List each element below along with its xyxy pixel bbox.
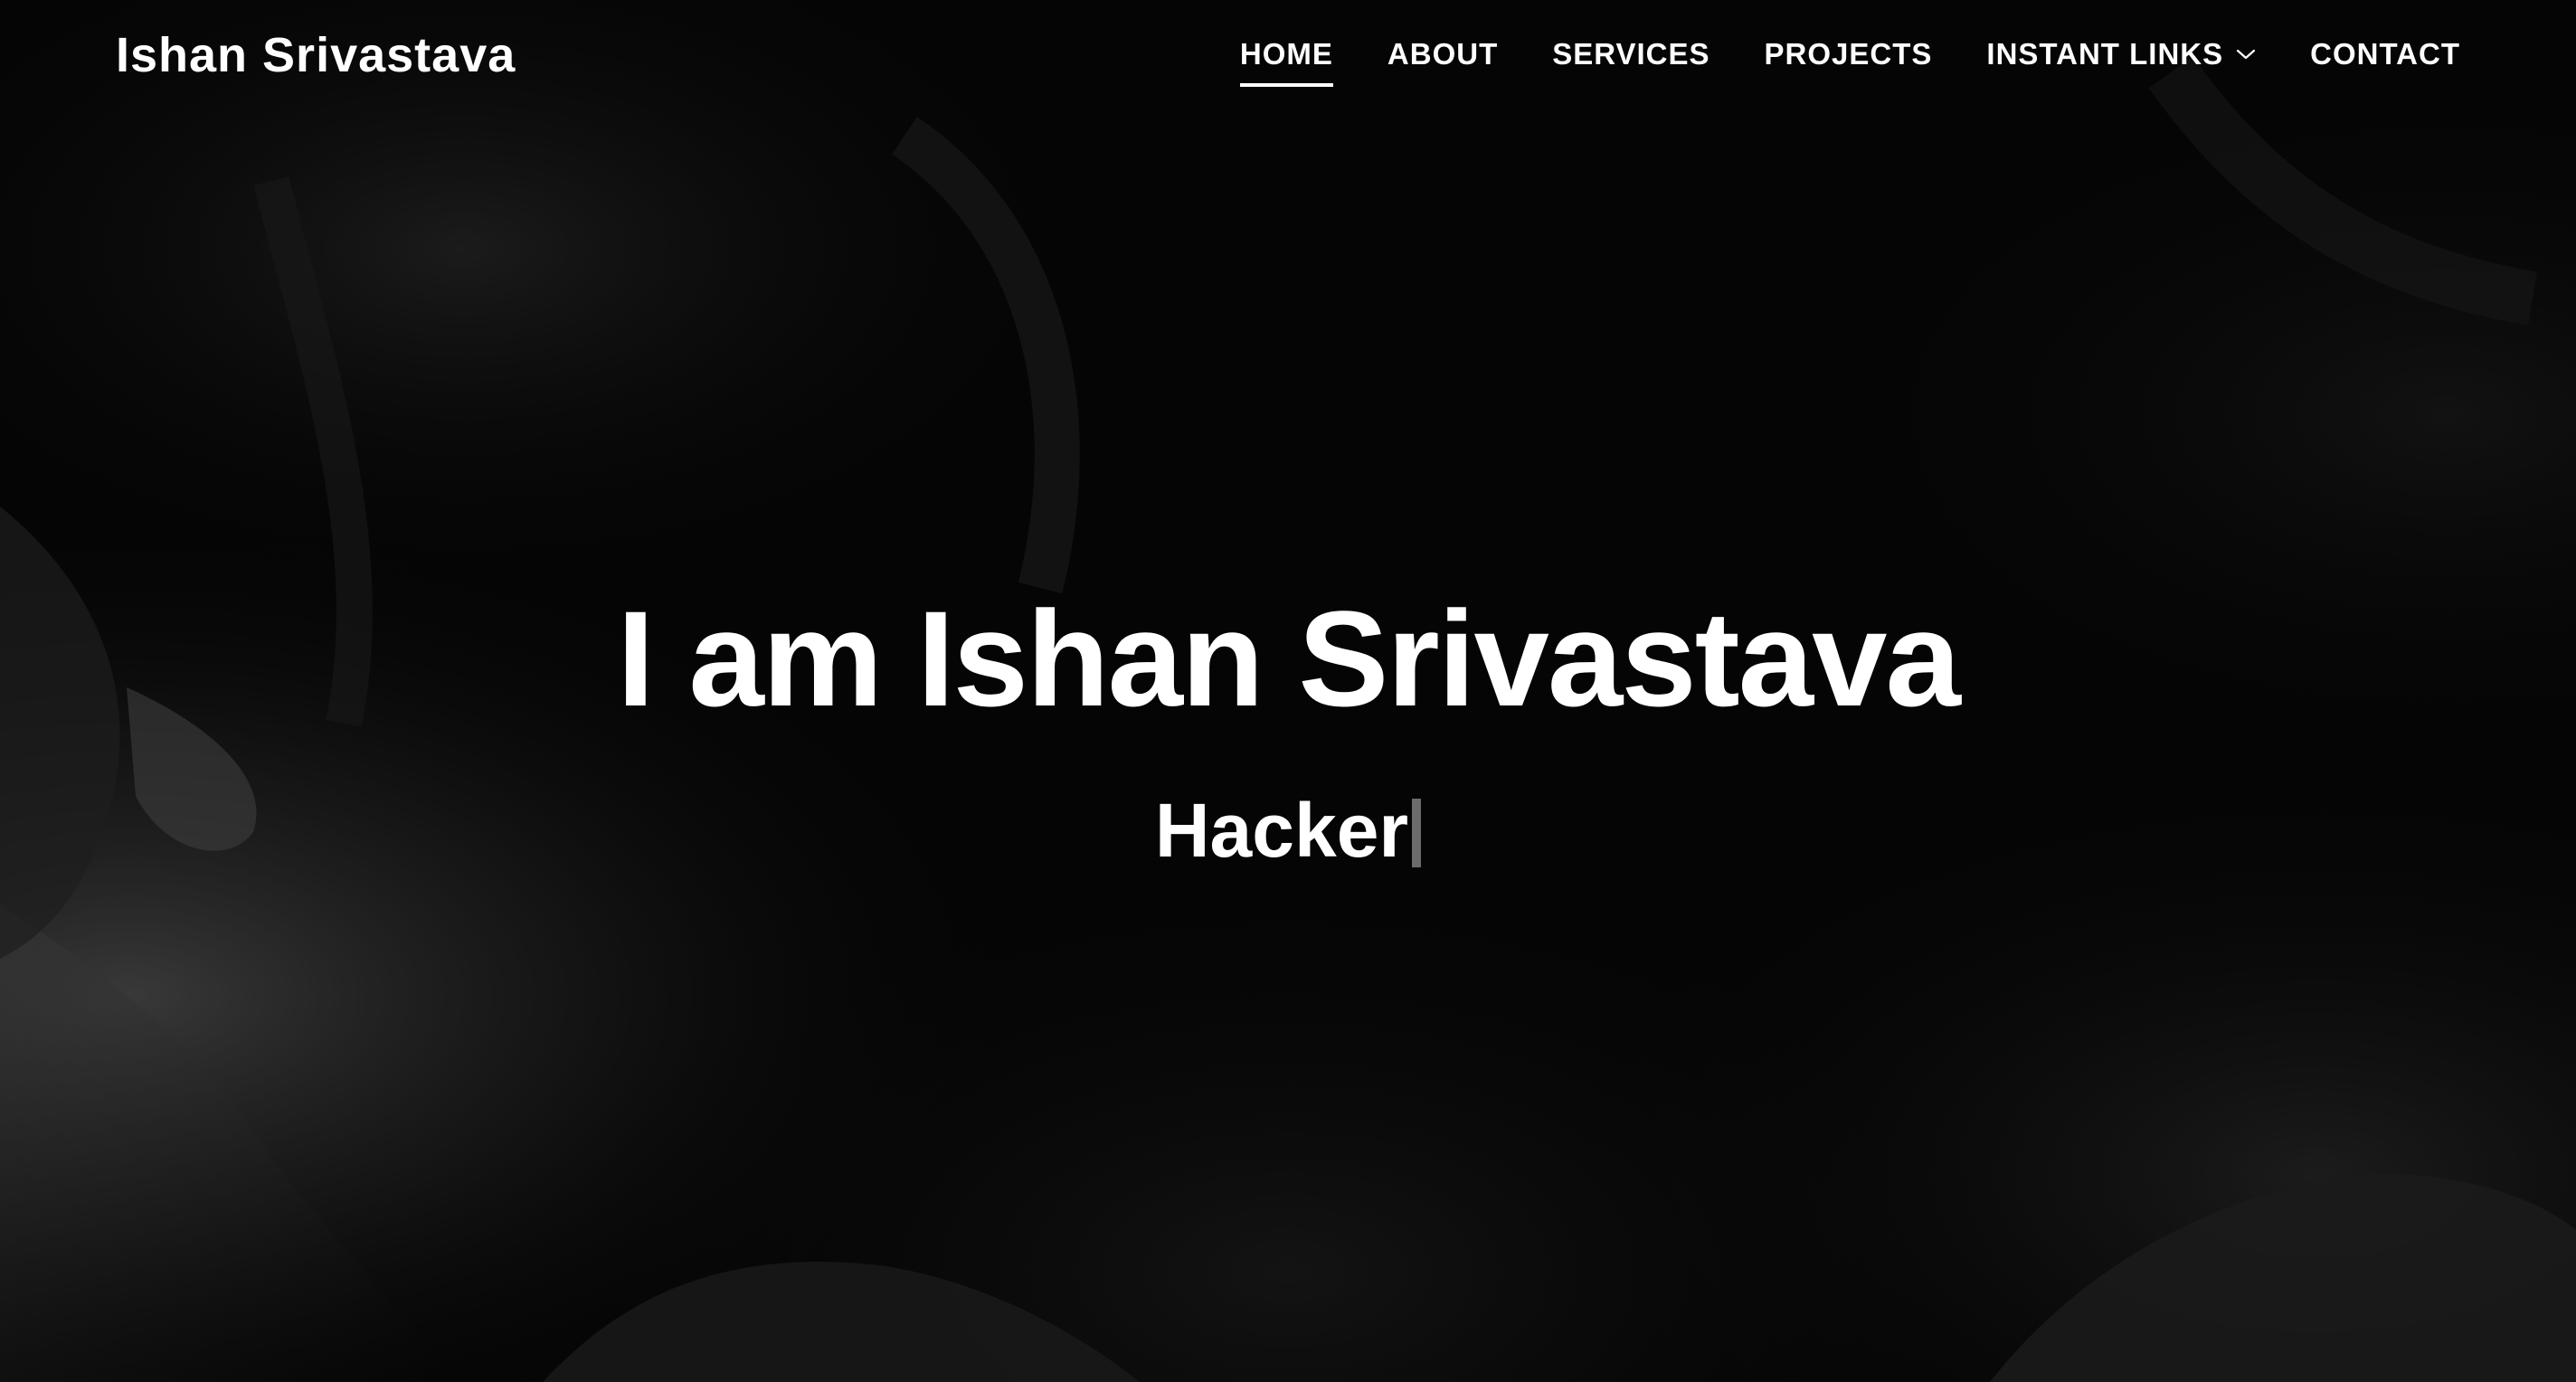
nav-item-label: CONTACT [2310, 37, 2460, 71]
text-cursor-icon [1412, 799, 1422, 867]
hero-section: I am Ishan Srivastava Hacker [0, 0, 2576, 1382]
nav-item-home[interactable]: HOME [1239, 36, 1333, 87]
site-header: Ishan Srivastava HOME ABOUT SERVICES PRO… [0, 0, 2576, 118]
site-brand-link[interactable]: Ishan Srivastava [116, 25, 516, 85]
nav-item-label: INSTANT LINKS [1986, 37, 2224, 71]
nav-item-label: SERVICES [1552, 37, 1710, 71]
nav-item-services[interactable]: SERVICES [1552, 36, 1709, 72]
main-nav: HOME ABOUT SERVICES PROJECTS INSTANT LIN… [1239, 36, 2460, 87]
nav-item-label: PROJECTS [1764, 37, 1933, 71]
hero-title: I am Ishan Srivastava [617, 582, 1961, 734]
hero-typed-subtitle: Hacker [0, 785, 2576, 876]
hero-typed-text: Hacker [1154, 788, 1409, 873]
nav-item-contact[interactable]: CONTACT [2310, 36, 2460, 72]
chevron-down-icon [2237, 49, 2256, 60]
nav-item-about[interactable]: ABOUT [1387, 36, 1498, 72]
nav-item-label: ABOUT [1387, 37, 1499, 71]
nav-item-label: HOME [1239, 37, 1333, 71]
nav-item-projects[interactable]: PROJECTS [1765, 36, 1933, 72]
nav-item-instant-links[interactable]: INSTANT LINKS [1986, 36, 2256, 72]
